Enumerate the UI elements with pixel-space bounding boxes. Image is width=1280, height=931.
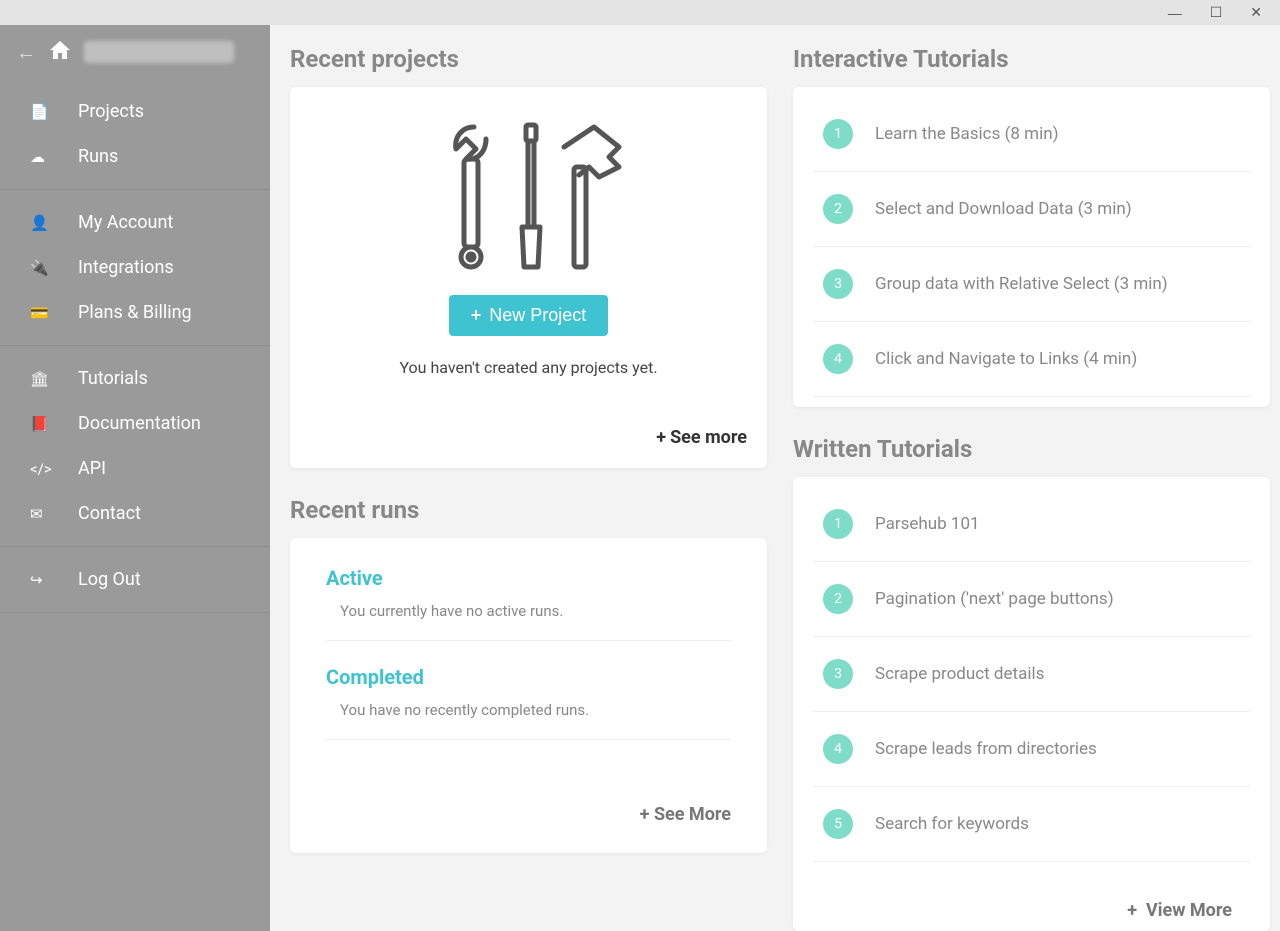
recent-runs-card: Active You currently have no active runs… (290, 538, 767, 853)
written-tutorials-title: Written Tutorials (793, 435, 1270, 463)
minimize-button[interactable]: — (1168, 5, 1182, 21)
plus-icon: + (640, 804, 654, 825)
tutorials-icon: 🏛 (30, 370, 78, 388)
no-projects-message: You haven't created any projects yet. (310, 358, 747, 377)
completed-runs-message: You have no recently completed runs. (326, 701, 731, 740)
tutorial-item[interactable]: 4 Click and Navigate to Links (4 min) (813, 322, 1250, 397)
tutorial-number-badge: 3 (823, 659, 853, 689)
sidebar-item-label: Runs (78, 146, 118, 167)
plus-icon: + (471, 305, 482, 325)
sidebar-item-label: Projects (78, 101, 144, 122)
view-more-label: View More (1146, 900, 1232, 921)
sidebar-item-label: My Account (78, 212, 173, 233)
tutorial-number-badge: 3 (823, 269, 853, 299)
tutorial-item[interactable]: 5 Search for keywords (813, 787, 1250, 862)
see-more-label: See More (654, 804, 731, 825)
tutorial-label: Parsehub 101 (875, 514, 980, 534)
tutorial-number-badge: 4 (823, 344, 853, 374)
tutorial-number-badge: 1 (823, 119, 853, 149)
tutorial-label: Search for keywords (875, 814, 1029, 834)
sidebar-item-label: Tutorials (78, 368, 148, 389)
window-controls: — ☐ ✕ (1168, 0, 1280, 25)
sidebar-title (84, 41, 234, 63)
sidebar-item-plans-billing[interactable]: 💳Plans & Billing (0, 290, 270, 335)
new-project-button[interactable]: + New Project (449, 295, 609, 336)
sidebar: ← 📄Projects☁Runs👤My Account🔌Integrations… (0, 25, 270, 931)
active-runs-message: You currently have no active runs. (326, 602, 731, 641)
sidebar-item-tutorials[interactable]: 🏛Tutorials (0, 356, 270, 401)
card-icon: 💳 (30, 304, 78, 322)
recent-projects-card: + New Project You haven't created any pro… (290, 87, 767, 468)
sidebar-item-label: Documentation (78, 413, 201, 434)
plus-icon: + (1127, 900, 1146, 921)
sidebar-item-label: Integrations (78, 257, 174, 278)
book-icon: 📕 (30, 415, 78, 433)
code-icon: </> (30, 460, 78, 478)
close-button[interactable]: ✕ (1250, 4, 1262, 21)
projects-see-more[interactable]: +See more (310, 407, 747, 448)
tutorial-number-badge: 4 (823, 734, 853, 764)
file-icon: 📄 (30, 103, 78, 121)
sidebar-item-integrations[interactable]: 🔌Integrations (0, 245, 270, 290)
see-more-label: See more (670, 427, 747, 448)
titlebar (0, 0, 1280, 25)
tutorial-item[interactable]: 2 Pagination ('next' page buttons) (813, 562, 1250, 637)
tutorial-label: Learn the Basics (8 min) (875, 124, 1059, 144)
recent-runs-title: Recent runs (290, 496, 767, 524)
new-project-label: New Project (489, 305, 586, 325)
sidebar-item-label: Contact (78, 503, 141, 524)
main-content: Recent projects (270, 25, 1280, 931)
sidebar-item-label: API (78, 458, 106, 479)
sidebar-item-log-out[interactable]: ↪Log Out (0, 557, 270, 602)
sidebar-item-label: Plans & Billing (78, 302, 192, 323)
sidebar-item-documentation[interactable]: 📕Documentation (0, 401, 270, 446)
tutorial-item[interactable]: 3 Group data with Relative Select (3 min) (813, 247, 1250, 322)
tutorial-item[interactable]: 1 Learn the Basics (8 min) (813, 97, 1250, 172)
written-tutorials-card: 1 Parsehub 101 2 Pagination ('next' page bu… (793, 477, 1270, 931)
sidebar-item-api[interactable]: </>API (0, 446, 270, 491)
sidebar-item-runs[interactable]: ☁Runs (0, 134, 270, 179)
tutorial-number-badge: 1 (823, 509, 853, 539)
tutorial-number-badge: 2 (823, 584, 853, 614)
active-runs-label: Active (326, 566, 731, 590)
tutorial-label: Group data with Relative Select (3 min) (875, 274, 1168, 294)
tutorial-label: Click and Navigate to Links (4 min) (875, 349, 1137, 369)
maximize-button[interactable]: ☐ (1210, 4, 1223, 21)
tutorial-label: Scrape product details (875, 664, 1044, 684)
logout-icon: ↪ (30, 571, 78, 589)
tutorial-item[interactable]: 1 Parsehub 101 (813, 487, 1250, 562)
tools-illustration (310, 117, 747, 277)
tutorial-label: Select and Download Data (3 min) (875, 199, 1132, 219)
tutorial-item[interactable]: 4 Scrape leads from directories (813, 712, 1250, 787)
home-icon[interactable] (50, 40, 70, 64)
sidebar-item-label: Log Out (78, 569, 141, 590)
sidebar-header: ← (0, 25, 270, 79)
tutorial-number-badge: 5 (823, 809, 853, 839)
tutorial-item[interactable]: 2 Select and Download Data (3 min) (813, 172, 1250, 247)
recent-projects-title: Recent projects (290, 45, 767, 73)
completed-runs-label: Completed (326, 665, 731, 689)
runs-see-more[interactable]: + See More (326, 764, 731, 825)
tutorial-number-badge: 2 (823, 194, 853, 224)
interactive-tutorials-title: Interactive Tutorials (793, 45, 1270, 73)
plug-icon: 🔌 (30, 259, 78, 277)
tutorial-label: Pagination ('next' page buttons) (875, 589, 1114, 609)
tutorial-item[interactable]: 3 Scrape product details (813, 637, 1250, 712)
plus-icon: + (656, 427, 666, 448)
interactive-tutorials-card: 1 Learn the Basics (8 min) 2 Select and Dow… (793, 87, 1270, 407)
written-view-more[interactable]: + View More (813, 872, 1250, 931)
sidebar-item-contact[interactable]: ✉Contact (0, 491, 270, 536)
sidebar-item-my-account[interactable]: 👤My Account (0, 200, 270, 245)
back-arrow-icon[interactable]: ← (16, 40, 36, 65)
sidebar-item-projects[interactable]: 📄Projects (0, 89, 270, 134)
mail-icon: ✉ (30, 505, 78, 523)
user-icon: 👤 (30, 214, 78, 232)
cloud-icon: ☁ (30, 148, 78, 166)
tutorial-label: Scrape leads from directories (875, 739, 1097, 759)
